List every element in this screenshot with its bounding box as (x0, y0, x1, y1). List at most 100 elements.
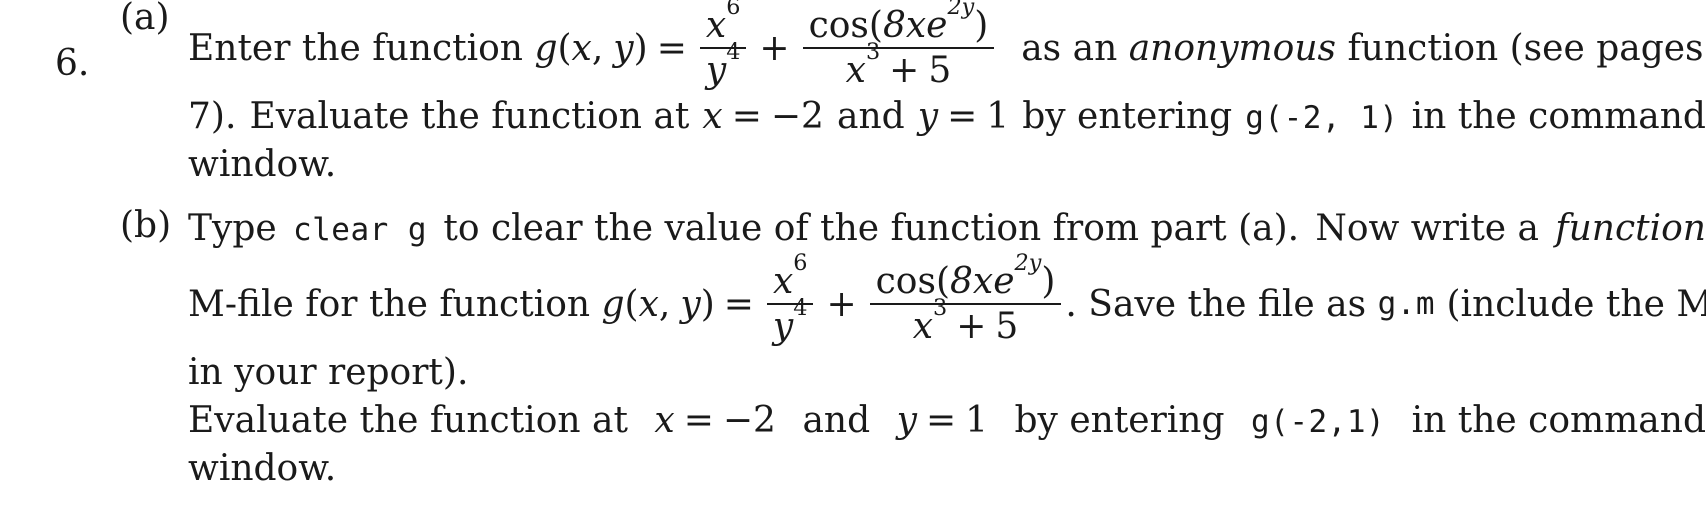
math-equals: = (723, 283, 754, 325)
value-minus-2: −2 (770, 96, 824, 137)
math-var-x: x (571, 27, 592, 69)
cos-operator: cos (875, 260, 936, 302)
den-base: x (845, 50, 866, 91)
function-emphasis: function (1555, 208, 1706, 249)
window-text: window. (188, 448, 337, 489)
formula-b: g(x, y) = x6 y4 + cos(8xe2y) x3 + 5 (601, 251, 1066, 347)
den-exponent: 4 (793, 294, 808, 321)
to-clear-value-text: to clear the value of the function from … (443, 208, 1300, 249)
in-your-report-text: in your report). (188, 352, 469, 393)
coefficient-8: 8 (950, 260, 973, 302)
by-entering-text: by entering (1022, 96, 1233, 137)
den-base: y (772, 306, 794, 347)
window-text: window. (188, 144, 337, 185)
and-text: and (837, 96, 905, 137)
num-base: x (772, 260, 794, 302)
m-file-label: M-file for the function (188, 283, 591, 325)
part-a-label: (a) (120, 0, 170, 38)
inner-exponent: 2y (1014, 249, 1042, 276)
part-a: (a) Enter the function g(x, y) = x6 y4 +… (120, 0, 1706, 192)
in-the-command-text: in the command (1411, 400, 1706, 441)
anonymous-emphasis: anonymous (1128, 27, 1337, 69)
x-equals-minus2: x = −2 (654, 400, 776, 441)
part-a-as-an: as an (998, 28, 1128, 69)
den-exponent: 3 (933, 294, 948, 321)
den-exponent: 3 (865, 38, 881, 65)
equals-sign: = (731, 96, 762, 137)
y-equals-1: y = 1 (897, 400, 988, 441)
fraction-x6-over-y4: x6 y4 (766, 251, 814, 347)
type-text: Type (188, 208, 277, 249)
in-the-command-text: in the command (1411, 96, 1706, 137)
math-comma: , (658, 283, 671, 325)
part-b: (b) Type clear g to clear the value of t… (120, 208, 1706, 496)
part-b-label: (b) (120, 205, 172, 246)
math-comma: , (591, 27, 604, 69)
num-exponent: 6 (793, 249, 808, 276)
math-paren-close: ) (974, 4, 989, 46)
fraction-numerator: cos(8xe2y) (870, 251, 1062, 303)
save-file-text: . Save the file as (1065, 283, 1367, 325)
part-b-line-4: Evaluate the function at x = −2 and y = 1 by… (188, 400, 1706, 448)
include-m-file-text: (include the M-file (1446, 283, 1706, 325)
part-b-body: Type clear g to clear the value of the f… (188, 208, 1706, 496)
document-page: 6. (a) Enter the function g(x, y) = x6 y… (0, 0, 1706, 518)
equals-sign: = (925, 400, 957, 441)
num-exponent: 6 (726, 0, 741, 20)
math-var-y: y (680, 283, 701, 325)
math-g: g (534, 27, 558, 69)
fraction-numerator: cos(8xe2y) (803, 0, 995, 47)
code-clear-g: clear g (292, 212, 428, 248)
part-a-intro-text: Enter the function (188, 27, 535, 69)
math-equals: = (656, 27, 687, 69)
math-paren-close: ) (633, 27, 648, 69)
part-a-see-pages: function (see pages 6 and (1347, 27, 1704, 69)
equals-sign: = (947, 96, 978, 137)
den-constant: 5 (995, 306, 1019, 347)
math-paren-close: ) (1041, 260, 1056, 302)
part-a-tail (1336, 28, 1347, 69)
value-1: 1 (965, 400, 989, 441)
code-g-m: g.m (1377, 286, 1436, 322)
math-var-x: x (638, 283, 659, 325)
equals-sign: = (683, 400, 714, 441)
var-y: y (917, 96, 939, 137)
fraction-x6-over-y4: x6 y4 (699, 0, 747, 91)
item-number: 6. (55, 43, 90, 84)
fraction-denominator: y4 (767, 296, 814, 347)
part-b-line-5: window. (188, 448, 1706, 496)
as-an-text: as an (1021, 27, 1118, 69)
evaluate-text: Evaluate the function at (188, 400, 628, 441)
inner-x: x (905, 4, 927, 46)
now-write-a-text: Now write a (1315, 208, 1539, 249)
den-base: x (912, 306, 934, 347)
num-base: x (705, 4, 727, 46)
evaluate-text: Evaluate the function at (249, 96, 690, 137)
part-a-line-2: 7). Evaluate the function at x = −2 and y =… (188, 96, 1706, 144)
part-a-body: Enter the function g(x, y) = x6 y4 + cos… (188, 0, 1706, 192)
part-a-line-1: Enter the function g(x, y) = x6 y4 + cos… (188, 0, 1706, 96)
den-plus: + (889, 50, 920, 91)
den-base: y (705, 50, 727, 91)
fraction-cos-over-x3plus5: cos(8xe2y) x3 +5 (869, 251, 1062, 347)
fraction-denominator: x3 +5 (907, 296, 1025, 347)
var-x: x (654, 400, 675, 441)
math-paren-close: ) (700, 283, 715, 325)
x-equals-minus2: x = −2 (702, 96, 824, 137)
value-1: 1 (986, 96, 1010, 137)
code-g-call-b: g(-2,1) (1251, 404, 1386, 440)
math-g: g (601, 283, 625, 325)
value-minus-2: −2 (722, 400, 776, 441)
inner-x: x (972, 260, 994, 302)
fraction-denominator: x3 +5 (840, 40, 958, 91)
and-text: and (802, 400, 871, 441)
den-plus: + (956, 306, 987, 347)
math-paren-open: ( (557, 27, 572, 69)
part-b-line-3: in your report). (188, 352, 1706, 400)
part-a-line-3: window. (188, 144, 1706, 192)
coefficient-8: 8 (882, 4, 906, 46)
cos-operator: cos (808, 4, 869, 46)
inner-e: e (926, 4, 948, 46)
den-exponent: 4 (726, 38, 741, 65)
math-paren-open: ( (624, 283, 639, 325)
